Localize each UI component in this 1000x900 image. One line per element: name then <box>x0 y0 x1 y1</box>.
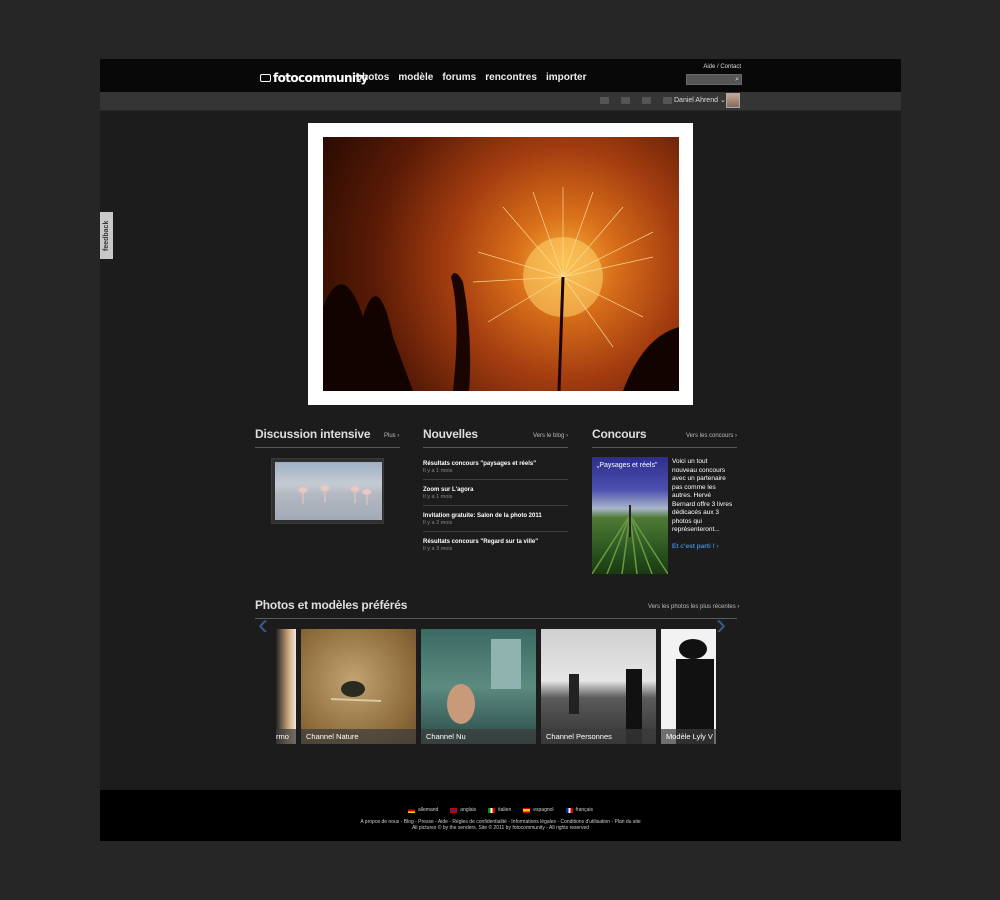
news-item-title[interactable]: Résultats concours "Regard sur ta ville" <box>423 539 568 545</box>
carousel-card[interactable]: Channel Nature <box>301 629 416 744</box>
news-item[interactable]: Zoom sur L'agora Il y a 1 mois <box>423 487 568 500</box>
footer: allemand anglais italien espagnol frança… <box>100 790 901 841</box>
flag-it-icon <box>488 807 496 813</box>
carousel-prev-arrow-icon[interactable]: ‹ <box>258 610 268 640</box>
news-item-title[interactable]: Invitation gratuite: Salon de la photo 2… <box>423 513 568 519</box>
chevron-down-icon: ⌄ <box>719 97 726 104</box>
lang-french[interactable]: français <box>565 807 593 813</box>
news-blog-link[interactable]: Vers le blog › <box>533 433 568 439</box>
carousel-card[interactable]: Channel Nu <box>421 629 536 744</box>
search-icon[interactable]: ⌕ <box>735 75 739 85</box>
page-frame: fotocommunity photos modèle forums renco… <box>100 59 901 841</box>
mail-icon[interactable] <box>600 97 609 104</box>
discussion-thumbnail[interactable] <box>271 458 384 524</box>
news-item-title[interactable]: Résultats concours "paysages et réels" <box>423 461 568 467</box>
dandelion-sunset-image[interactable]: ... <box>323 137 679 391</box>
card-label: Channel Personnes <box>541 729 656 744</box>
search-input[interactable]: ⌕ <box>686 74 742 85</box>
friends-icon[interactable] <box>621 97 630 104</box>
news-item[interactable]: Invitation gratuite: Salon de la photo 2… <box>423 513 568 526</box>
top-bar: fotocommunity photos modèle forums renco… <box>100 59 901 92</box>
user-name: Daniel Ahrend <box>674 97 718 104</box>
news-item-date: Il y a 3 mois <box>423 546 453 552</box>
card-label: rmo <box>276 729 296 744</box>
carousel-card[interactable]: Channel Personnes <box>541 629 656 744</box>
card-label: Modèle Lyly V <box>661 729 716 744</box>
user-bar: Daniel Ahrend ⌄ <box>100 92 901 111</box>
divider <box>255 618 737 619</box>
flag-uk-icon <box>450 807 458 813</box>
news-item-date: Il y a 2 mois <box>423 520 453 526</box>
photo-credit: ... <box>673 385 676 389</box>
divider <box>423 505 568 506</box>
logo-text: fotocommunity <box>273 71 368 85</box>
contest-image[interactable]: „Paysages et réels" <box>592 457 668 574</box>
avatar[interactable] <box>726 93 740 108</box>
logo[interactable]: fotocommunity <box>260 71 368 85</box>
flag-de-icon <box>408 807 415 813</box>
flag-es-icon <box>523 807 531 813</box>
main-nav: photos modèle forums rencontres importer <box>356 72 587 83</box>
contest-image-caption: „Paysages et réels" <box>597 462 658 469</box>
divider <box>423 447 568 448</box>
language-selector: allemand anglais italien espagnol frança… <box>408 807 593 813</box>
messages-icon[interactable] <box>642 97 651 104</box>
featured-photo[interactable]: ... <box>308 123 693 405</box>
feedback-tab[interactable]: feedback <box>100 212 113 259</box>
divider <box>255 447 400 448</box>
user-icons <box>600 97 672 104</box>
nav-importer[interactable]: importer <box>546 72 587 83</box>
notifications-icon[interactable] <box>663 97 672 104</box>
carousel-card[interactable]: rmo <box>276 629 296 744</box>
help-contact-link[interactable]: Aide / Contact <box>703 64 741 70</box>
divider <box>592 447 737 448</box>
footer-copyright: All pictures © by the senders. Site © 20… <box>411 825 590 831</box>
discussion-more-link[interactable]: Plus › <box>384 433 399 439</box>
discussion-title: Discussion intensive <box>255 427 371 441</box>
news-item-date: Il y a 1 mois <box>423 468 453 474</box>
divider <box>423 531 568 532</box>
carousel-next-arrow-icon[interactable]: › <box>716 610 726 640</box>
lang-italian[interactable]: italien <box>488 807 511 813</box>
nav-forums[interactable]: forums <box>442 72 476 83</box>
news-item[interactable]: Résultats concours "paysages et réels" I… <box>423 461 568 474</box>
favorites-carousel: rmo Channel Nature Channel Nu Channel Pe… <box>276 629 716 744</box>
flamingos-image[interactable] <box>275 462 382 520</box>
contest-description: Voici un tout nouveau concours avec un p… <box>672 458 733 533</box>
news-item[interactable]: Résultats concours "Regard sur ta ville"… <box>423 539 568 552</box>
flag-fr-icon <box>565 807 573 813</box>
lang-english[interactable]: anglais <box>450 807 476 813</box>
nav-rencontres[interactable]: rencontres <box>485 72 537 83</box>
contest-link[interactable]: Vers les concours › <box>686 433 737 439</box>
user-menu[interactable]: Daniel Ahrend ⌄ <box>674 96 726 104</box>
contest-title: Concours <box>592 427 647 441</box>
card-label: Channel Nature <box>301 729 416 744</box>
divider <box>423 479 568 480</box>
news-item-date: Il y a 1 mois <box>423 494 453 500</box>
carousel-card[interactable]: Modèle Lyly V <box>661 629 716 744</box>
contest-cta-link[interactable]: Et c'est parti ! › <box>672 543 719 550</box>
nav-modele[interactable]: modèle <box>398 72 433 83</box>
card-label: Channel Nu <box>421 729 536 744</box>
lang-german[interactable]: allemand <box>408 807 438 813</box>
nav-photos[interactable]: photos <box>356 72 389 83</box>
camera-icon <box>260 74 271 82</box>
favorites-title: Photos et modèles préférés <box>255 598 408 612</box>
news-item-title[interactable]: Zoom sur L'agora <box>423 487 568 493</box>
news-title: Nouvelles <box>423 427 478 441</box>
lang-spanish[interactable]: espagnol <box>523 807 554 813</box>
